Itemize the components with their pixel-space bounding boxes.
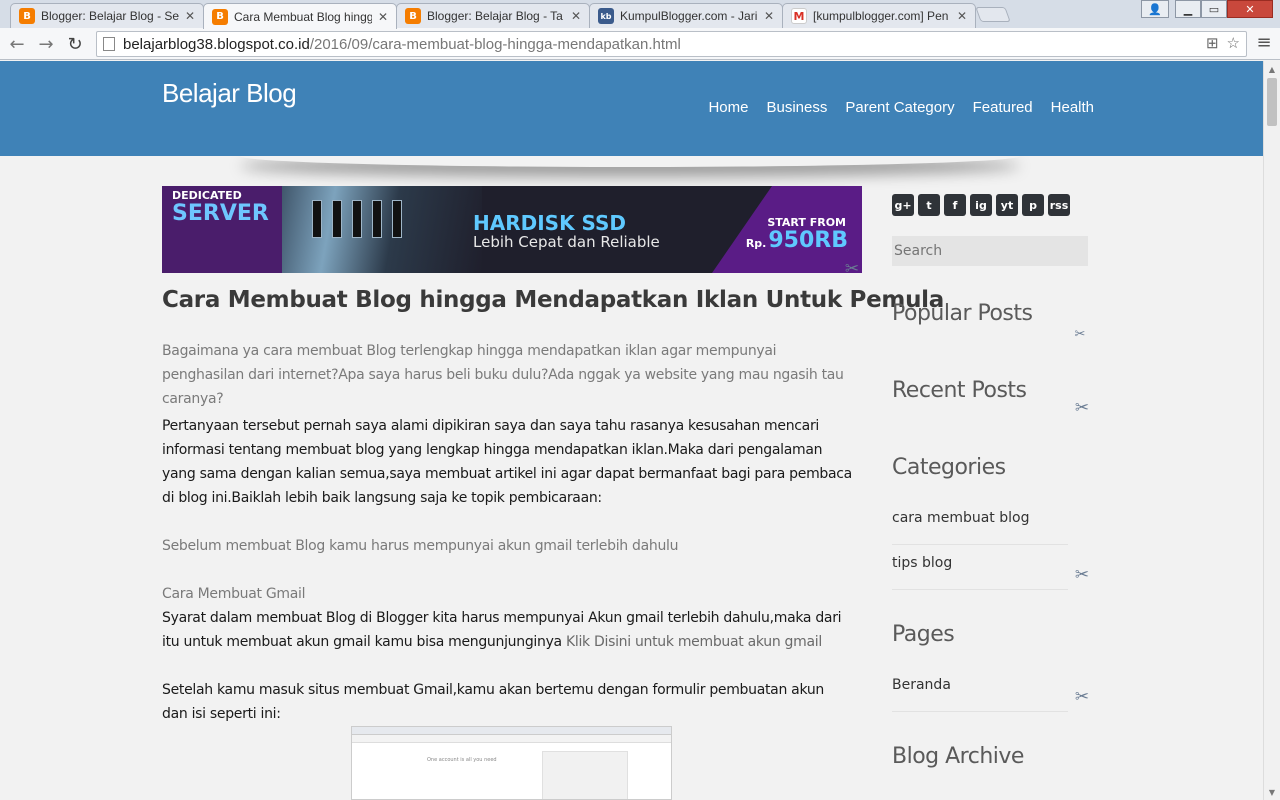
edit-widget-icon[interactable]: ✂ xyxy=(1072,565,1092,585)
edit-widget-icon[interactable]: ✂ xyxy=(1072,398,1092,418)
scrollbar-thumb[interactable] xyxy=(1267,78,1277,126)
blogger-icon: B xyxy=(212,8,228,25)
browser-tab[interactable]: B Blogger: Belajar Blog - Se ✕ xyxy=(10,3,204,28)
nav-business[interactable]: Business xyxy=(766,99,827,116)
blog-archive-title: Blog Archive xyxy=(892,744,1024,769)
server-rack xyxy=(312,200,322,238)
banner-price: Rp.950RB xyxy=(746,228,848,253)
rss-icon[interactable]: rss xyxy=(1048,194,1070,216)
social-icons: g+ t f ig yt p rss xyxy=(892,194,1070,216)
site-header: Belajar Blog Home Business Parent Catego… xyxy=(0,61,1263,156)
maximize-button[interactable]: ▭ xyxy=(1201,0,1227,18)
instagram-icon[interactable]: ig xyxy=(970,194,992,216)
nav-featured[interactable]: Featured xyxy=(973,99,1033,116)
pinterest-icon[interactable]: p xyxy=(1022,194,1044,216)
blogger-icon: B xyxy=(405,8,421,24)
server-rack xyxy=(352,200,362,238)
browser-tab-strip: B Blogger: Belajar Blog - Se ✕ B Cara Me… xyxy=(0,0,1280,29)
banner-subline: Lebih Cepat dan Reliable xyxy=(473,233,660,251)
screenshot-form xyxy=(542,751,628,799)
popular-posts-title: Popular Posts xyxy=(892,301,1033,326)
address-bar[interactable]: belajarblog38.blogspot.co.id/2016/09/car… xyxy=(96,31,1247,57)
edit-widget-icon[interactable]: ✂ xyxy=(1070,324,1090,344)
translate-icon[interactable]: ⊞ xyxy=(1206,34,1219,52)
youtube-icon[interactable]: yt xyxy=(996,194,1018,216)
bookmark-star-icon[interactable]: ☆ xyxy=(1227,34,1240,52)
nav-parent-category[interactable]: Parent Category xyxy=(845,99,954,116)
page-icon xyxy=(103,37,115,51)
browser-menu-icon[interactable]: ≡ xyxy=(1254,32,1274,56)
browser-tab[interactable]: B Blogger: Belajar Blog - Ta ✕ xyxy=(396,3,590,28)
recent-posts-title: Recent Posts xyxy=(892,378,1027,403)
page-viewport: Belajar Blog Home Business Parent Catego… xyxy=(0,61,1263,800)
kb-icon: kb xyxy=(598,8,614,24)
google-plus-icon[interactable]: g+ xyxy=(892,194,914,216)
screenshot-tab-bar xyxy=(352,727,671,735)
post-title: Cara Membuat Blog hingga Mendapatkan Ikl… xyxy=(162,287,944,313)
page-link[interactable]: Beranda xyxy=(892,668,1068,712)
site-title[interactable]: Belajar Blog xyxy=(162,78,297,109)
post-paragraph: Pertanyaan tersebut pernah saya alami di… xyxy=(162,418,852,506)
browser-tab-active[interactable]: B Cara Membuat Blog hingg ✕ xyxy=(203,3,397,29)
banner-ad[interactable]: DEDICATED SERVER HARDISK SSD Lebih Cepat… xyxy=(162,186,862,273)
browser-toolbar: ← → ↻ belajarblog38.blogspot.co.id/2016/… xyxy=(0,28,1280,60)
forward-icon[interactable]: → xyxy=(34,32,58,56)
post-paragraph: Syarat dalam membuat Blog di Blogger kit… xyxy=(162,606,852,654)
twitter-icon[interactable]: t xyxy=(918,194,940,216)
reload-icon[interactable]: ↻ xyxy=(63,32,87,56)
banner-price-value: 950RB xyxy=(768,228,848,253)
gmail-icon: M xyxy=(791,8,807,24)
close-tab-icon[interactable]: ✕ xyxy=(955,9,969,23)
edit-widget-icon[interactable]: ✂ xyxy=(842,259,862,279)
server-rack-image xyxy=(282,186,482,273)
scroll-up-icon[interactable]: ▲ xyxy=(1264,61,1280,77)
server-rack xyxy=(332,200,342,238)
categories-title: Categories xyxy=(892,455,1006,480)
category-link[interactable]: cara membuat blog xyxy=(892,501,1068,545)
banner-tag-big: SERVER xyxy=(172,201,269,226)
edit-widget-icon[interactable]: ✂ xyxy=(1072,687,1092,707)
url-path: /2016/09/cara-membuat-blog-hingga-mendap… xyxy=(309,35,681,53)
pages-title: Pages xyxy=(892,622,955,647)
main-nav: Home Business Parent Category Featured H… xyxy=(708,99,1094,116)
gmail-form-screenshot: One account is all you need xyxy=(351,726,672,800)
facebook-icon[interactable]: f xyxy=(944,194,966,216)
close-tab-icon[interactable]: ✕ xyxy=(569,9,583,23)
gmail-signup-link[interactable]: Klik Disini untuk membuat akun gmail xyxy=(566,634,822,650)
category-link[interactable]: tips blog xyxy=(892,546,1068,590)
close-tab-icon[interactable]: ✕ xyxy=(376,10,390,24)
browser-tab[interactable]: kb KumpulBlogger.com - Jari ✕ xyxy=(589,3,783,28)
url-host: belajarblog38.blogspot.co.id xyxy=(123,35,310,53)
post-paragraph: Setelah kamu masuk situs membuat Gmail,k… xyxy=(162,682,824,722)
close-tab-icon[interactable]: ✕ xyxy=(762,9,776,23)
new-tab-button[interactable] xyxy=(975,7,1011,22)
banner-headline: HARDISK SSD xyxy=(473,211,627,235)
browser-tab[interactable]: M [kumpulblogger.com] Pen ✕ xyxy=(782,3,976,28)
scroll-down-icon[interactable]: ▼ xyxy=(1264,784,1280,800)
server-rack xyxy=(392,200,402,238)
search-input[interactable] xyxy=(892,236,1088,266)
back-icon[interactable]: ← xyxy=(5,32,29,56)
banner-currency: Rp. xyxy=(745,237,767,250)
section-heading: Cara Membuat Gmail xyxy=(162,586,306,602)
page-scrollbar[interactable]: ▲ ▼ xyxy=(1263,61,1280,800)
window-close-button[interactable]: ✕ xyxy=(1227,0,1273,18)
blogger-icon: B xyxy=(19,8,35,24)
minimize-button[interactable]: ▁ xyxy=(1175,0,1201,18)
post-intro: Bagaimana ya cara membuat Blog terlengka… xyxy=(162,343,844,407)
nav-home[interactable]: Home xyxy=(708,99,748,116)
screenshot-address-bar xyxy=(352,735,671,743)
user-icon[interactable]: 👤 xyxy=(1141,0,1169,18)
banner-tag: DEDICATED SERVER xyxy=(172,190,269,226)
close-tab-icon[interactable]: ✕ xyxy=(183,9,197,23)
server-rack xyxy=(372,200,382,238)
post-paragraph: Sebelum membuat Blog kamu harus mempunya… xyxy=(162,538,679,554)
screenshot-caption: One account is all you need xyxy=(427,757,497,763)
nav-health[interactable]: Health xyxy=(1051,99,1094,116)
